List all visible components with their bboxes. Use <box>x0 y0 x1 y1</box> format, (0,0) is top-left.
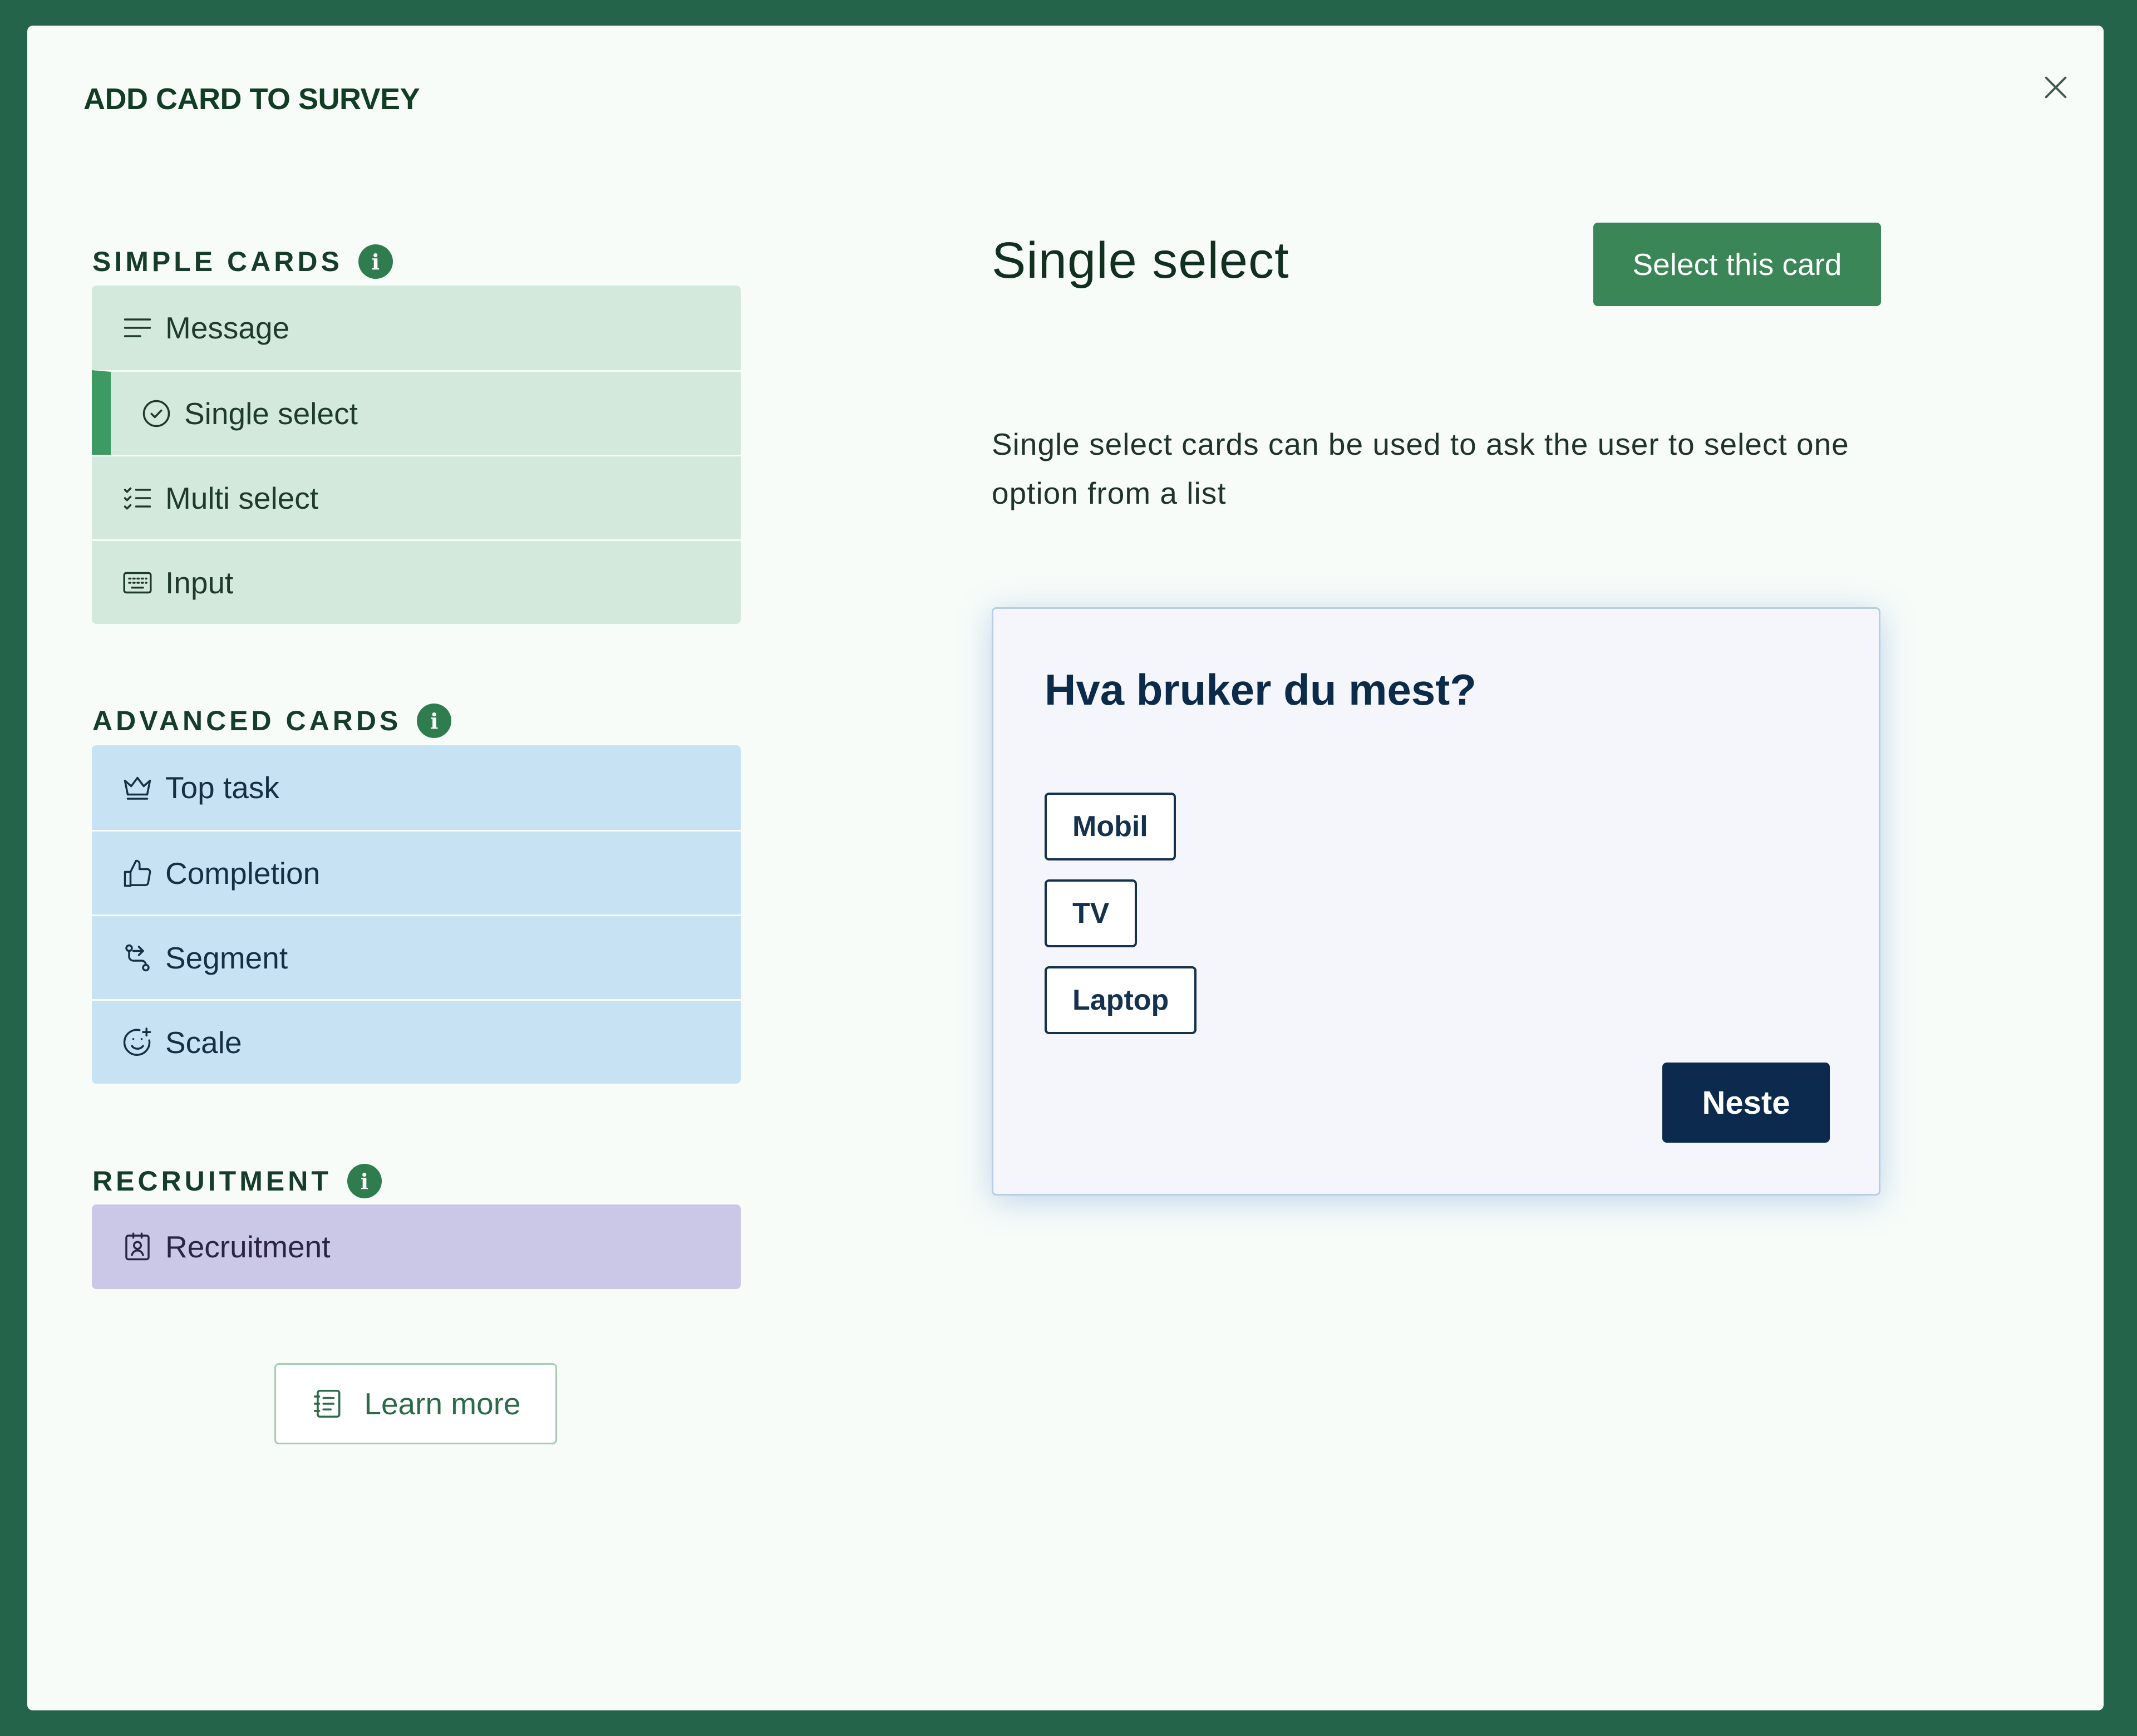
card-item-top-task[interactable]: Top task <box>92 745 741 830</box>
card-item-label: Recruitment <box>165 1230 331 1264</box>
close-icon <box>2045 76 2067 99</box>
contact-card-icon <box>121 1230 154 1263</box>
preview-option-laptop[interactable]: Laptop <box>1045 966 1197 1034</box>
lines-icon <box>121 311 154 345</box>
card-item-label: Single select <box>184 396 358 431</box>
card-item-multi-select[interactable]: Multi select <box>92 455 741 539</box>
info-icon[interactable]: i <box>347 1164 382 1198</box>
card-item-label: Message <box>165 311 290 345</box>
route-icon <box>121 941 154 975</box>
card-preview: Hva bruker du mest? Mobil TV Laptop Nest… <box>992 607 1880 1196</box>
advanced-cards-list: Top task Completion Segment Scale <box>92 745 741 1084</box>
card-item-single-select[interactable]: Single select <box>92 370 741 455</box>
section-heading-recruitment-label: RECRUITMENT <box>92 1165 332 1197</box>
card-item-input[interactable]: Input <box>92 539 741 624</box>
close-button[interactable] <box>2031 62 2081 112</box>
section-heading-advanced: ADVANCED CARDS i <box>92 704 452 738</box>
card-item-label: Completion <box>165 855 321 891</box>
preview-option-tv[interactable]: TV <box>1045 879 1138 947</box>
add-card-modal: ADD CARD TO SURVEY SIMPLE CARDS i Messag… <box>27 26 2104 1710</box>
select-this-card-button[interactable]: Select this card <box>1593 223 1881 306</box>
modal-title: ADD CARD TO SURVEY <box>83 82 420 116</box>
simple-cards-list: Message Single select Multi select Input <box>92 286 741 624</box>
preview-next-button[interactable]: Neste <box>1662 1063 1830 1143</box>
section-heading-simple: SIMPLE CARDS i <box>92 244 393 279</box>
notebook-icon <box>311 1386 345 1421</box>
card-item-label: Top task <box>165 770 279 805</box>
section-heading-recruitment: RECRUITMENT i <box>92 1164 382 1198</box>
info-icon[interactable]: i <box>358 244 393 279</box>
preview-question: Hva bruker du mest? <box>1045 665 1476 714</box>
checklist-icon <box>121 481 154 515</box>
card-description: Single select cards can be used to ask t… <box>992 427 1849 510</box>
card-item-completion[interactable]: Completion <box>92 830 741 914</box>
crown-icon <box>121 771 154 804</box>
preview-option-mobil[interactable]: Mobil <box>1045 793 1176 860</box>
info-icon[interactable]: i <box>417 704 452 738</box>
section-heading-advanced-label: ADVANCED CARDS <box>92 705 402 736</box>
card-item-label: Multi select <box>165 480 319 515</box>
card-item-label: Segment <box>165 940 288 975</box>
thumbs-up-icon <box>121 857 154 890</box>
card-item-label: Scale <box>165 1025 242 1060</box>
card-detail-title: Single select <box>992 232 1289 289</box>
learn-more-button[interactable]: Learn more <box>274 1363 557 1444</box>
card-item-message[interactable]: Message <box>92 286 741 370</box>
card-item-segment[interactable]: Segment <box>92 914 741 999</box>
smiley-icon <box>121 1026 154 1059</box>
card-item-scale[interactable]: Scale <box>92 999 741 1084</box>
card-item-recruitment[interactable]: Recruitment <box>92 1204 741 1289</box>
recruitment-cards-list: Recruitment <box>92 1204 741 1289</box>
keyboard-icon <box>121 566 154 599</box>
check-circle-icon <box>140 397 173 430</box>
section-heading-simple-label: SIMPLE CARDS <box>92 246 343 277</box>
learn-more-label: Learn more <box>364 1386 521 1421</box>
card-item-label: Input <box>165 565 234 600</box>
